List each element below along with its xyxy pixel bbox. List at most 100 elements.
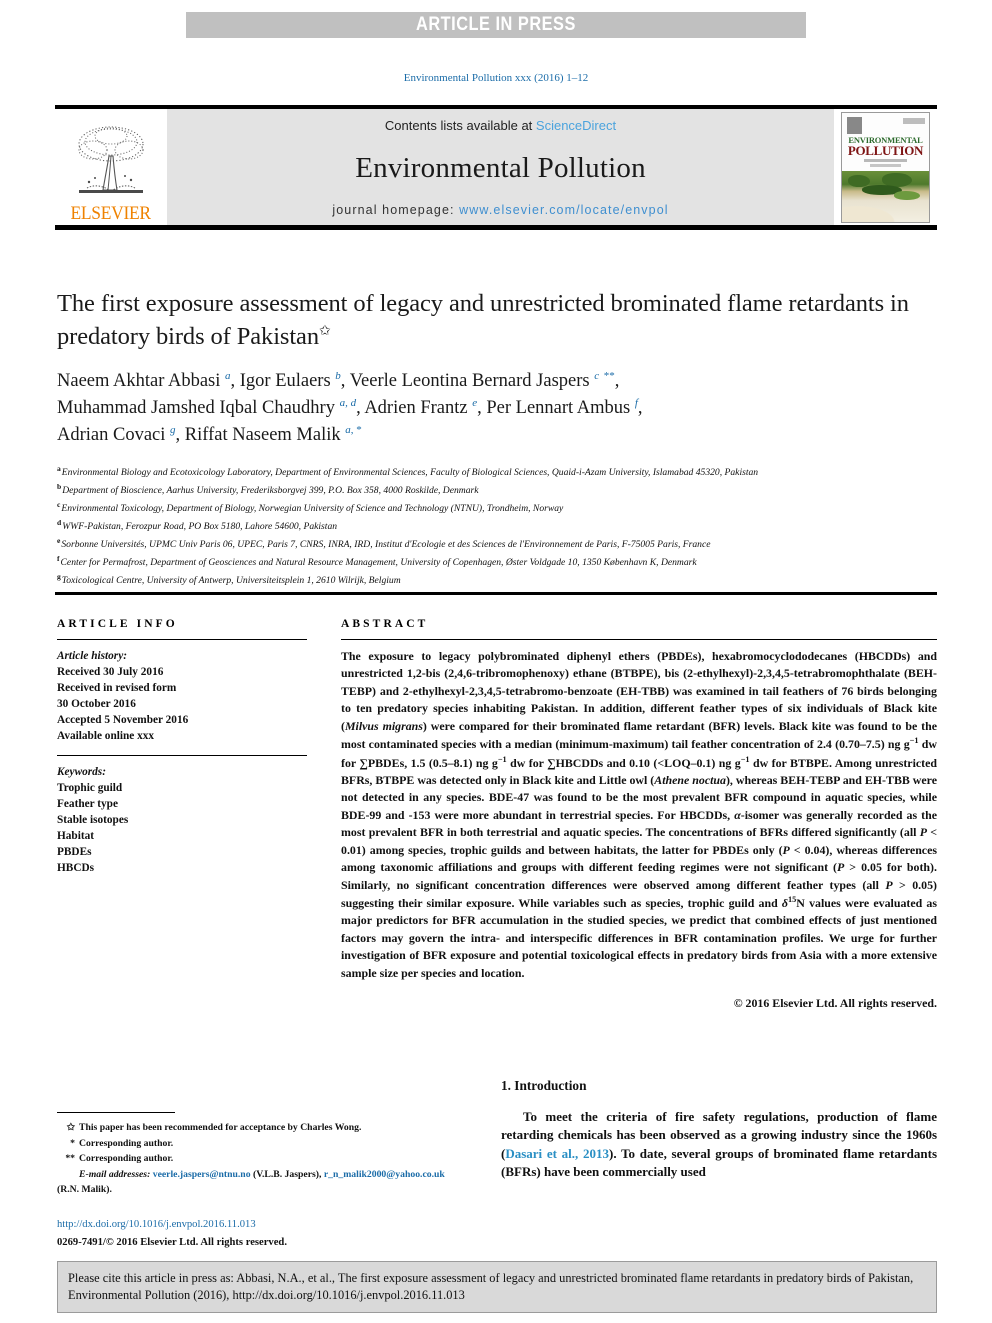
journal-homepage-prefix: journal homepage: [332,203,460,217]
keyword-item: PBDEs [57,846,92,859]
abstract-rule [341,639,937,640]
affiliation-text: Sorbonne Universités, UPMC Univ Paris 06… [61,539,711,551]
journal-title: Environmental Pollution [355,151,646,184]
footnote-marker: ✩ [66,1122,75,1133]
contents-lists-prefix: Contents lists available at [384,118,536,133]
footnote-marker: * [70,1137,75,1149]
keywords-label: Keywords: [57,766,106,779]
affiliation-text: WWF-Pakistan, Ferozpur Road, PO Box 5180… [62,521,338,533]
keyword-item: Habitat [57,830,95,843]
article-history-item: Accepted 5 November 2016 [57,714,189,727]
affiliation-marker: g [57,572,61,582]
author-list: Naeem Akhtar Abbasi a, Igor Eulaers b, V… [57,370,643,445]
keyword-item: Trophic guild [57,782,123,795]
affiliation-text: Department of Bioscience, Aarhus Univers… [62,484,479,496]
article-history-item: Received in revised form [57,682,177,695]
article-history-group: Article history: Received 30 July 2016 R… [57,648,307,744]
keyword-item: Stable isotopes [57,814,129,827]
doi-block: http://dx.doi.org/10.1016/j.envpol.2016.… [57,1217,455,1251]
affiliation-marker: e [57,536,61,546]
footnote-text: This paper has been recommended for acce… [79,1122,362,1133]
journal-homepage-line: journal homepage: www.elsevier.com/locat… [332,203,668,217]
citation-link[interactable]: Dasari et al., 2013 [505,1146,609,1161]
article-info-rule [57,639,307,640]
abstract-copyright: © 2016 Elsevier Ltd. All rights reserved… [733,996,937,1011]
cover-title-line2: POLLUTION [847,142,924,158]
title-block: The first exposure assessment of legacy … [57,288,937,590]
article-in-press-label: ARTICLE IN PRESS [416,14,576,35]
affiliation-marker: d [57,518,62,528]
article-history-item: Received 30 July 2016 [57,666,164,679]
keyword-item: HBCDs [57,862,95,875]
cover-issn-block [903,117,925,124]
footnote-item: ** Corresponding author. [57,1151,455,1167]
article-history-item: Available online xxx [57,730,155,743]
paper-title-text: The first exposure assessment of legacy … [57,290,909,350]
affiliation-item: eSorbonne Universités, UPMC Univ Paris 0… [57,535,937,553]
keyword-item: Feather type [57,798,118,811]
journal-homepage-link[interactable]: www.elsevier.com/locate/envpol [459,203,668,217]
article-history-label: Article history: [57,650,127,662]
issn-copyright-line: 0269-7491/© 2016 Elsevier Ltd. All right… [57,1236,287,1248]
affiliation-item: gToxicological Centre, University of Ant… [57,571,937,589]
doi-link[interactable]: http://dx.doi.org/10.1016/j.envpol.2016.… [57,1217,455,1232]
email-link-2[interactable]: r_n_malik2000@yahoo.co.uk [324,1169,445,1180]
introduction-paragraph: To meet the criteria of fire safety regu… [501,1108,937,1182]
cover-subtitle-bar-2 [870,163,901,167]
keywords-group: Keywords: Trophic guild Feather type Sta… [57,764,307,876]
affiliation-item: fCenter for Permafrost, Department of Ge… [57,553,937,571]
elsevier-tree-icon [69,120,153,204]
cover-photo [842,170,929,222]
introduction-heading: 1. Introduction [501,1078,587,1093]
introduction-column: 1. Introduction To meet the criteria of … [501,1078,937,1182]
abstract-text: The exposure to legacy polybrominated di… [341,649,938,980]
contents-lists-line: Contents lists available at ScienceDirec… [385,118,616,133]
masthead-center: Contents lists available at ScienceDirec… [167,109,834,225]
cite-this-article-text: Please cite this article in press as: Ab… [68,1271,914,1303]
sciencedirect-link[interactable]: ScienceDirect [536,118,616,133]
affiliation-item: dWWF-Pakistan, Ferozpur Road, PO Box 518… [57,517,937,535]
affiliation-item: cEnvironmental Toxicology, Department of… [57,499,937,517]
journal-masthead: ELSEVIER Contents lists available at Sci… [55,105,937,230]
email-addresses-label: E-mail addresses: [79,1168,151,1180]
email-owner-2: (R.N. Malik). [57,1184,112,1196]
footnote-text: Corresponding author. [79,1137,174,1149]
masthead-body: ELSEVIER Contents lists available at Sci… [55,109,937,225]
section-divider-rule [55,592,937,595]
journal-article-page: ARTICLE IN PRESS Environmental Pollution… [0,0,992,1323]
abstract-column: ABSTRACT The exposure to legacy polybrom… [341,618,937,1011]
cite-this-article-box: Please cite this article in press as: Ab… [57,1261,937,1313]
journal-cover-cell: ENVIRONMENTAL POLLUTION [834,109,937,225]
article-info-column: ARTICLE INFO Article history: Received 3… [57,618,307,876]
footnote-item: ✩ This paper has been recommended for acc… [57,1120,455,1136]
elsevier-logo-cell: ELSEVIER [55,109,167,225]
paper-title: The first exposure assessment of legacy … [57,288,937,353]
footnote-item: * Corresponding author. [57,1136,455,1152]
article-in-press-banner: ARTICLE IN PRESS [186,12,806,38]
journal-reference-line: Environmental Pollution xxx (2016) 1–12 [403,72,589,84]
footnote-text: Corresponding author. [79,1153,174,1165]
affiliation-item: aEnvironmental Biology and Ecotoxicology… [57,463,937,481]
footnote-column: ✩ This paper has been recommended for acc… [57,1112,455,1250]
affiliation-list: aEnvironmental Biology and Ecotoxicology… [57,463,937,590]
affiliation-marker: c [57,499,61,509]
affiliation-marker: f [57,554,60,564]
affiliation-marker: a [57,463,61,473]
email-owner-1: (V.L.B. Jaspers), [252,1168,322,1180]
title-footnote-marker: ✩ [318,323,331,339]
footnote-rule [57,1112,175,1113]
cover-subtitle-bar-1 [864,158,907,162]
masthead-bottom-rule [55,225,937,230]
affiliation-item: bDepartment of Bioscience, Aarhus Univer… [57,481,937,499]
affiliation-text: Center for Permafrost, Department of Geo… [60,557,697,569]
article-info-heading: ARTICLE INFO [57,618,178,630]
affiliation-text: Toxicological Centre, University of Antw… [61,575,401,587]
cover-elsevier-mark-icon [847,116,862,134]
article-history-item: 30 October 2016 [57,698,136,711]
affiliation-marker: b [57,481,62,491]
journal-cover-thumbnail: ENVIRONMENTAL POLLUTION [841,111,930,223]
article-info-separator [57,755,307,757]
email-footnote: E-mail addresses: veerle.jaspers@ntnu.no… [57,1167,455,1198]
footnote-marker: ** [65,1153,75,1165]
email-link-1[interactable]: veerle.jaspers@ntnu.no [153,1169,251,1180]
